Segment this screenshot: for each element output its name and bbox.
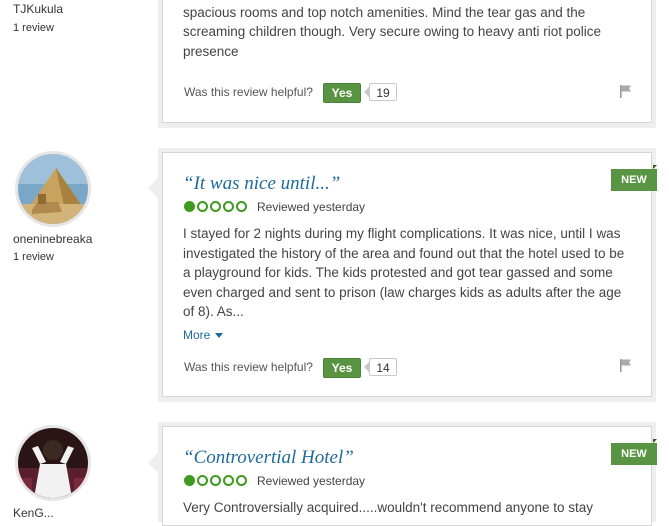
reviewer-username[interactable]: oneninebreaka	[13, 232, 92, 246]
rating-bubble-empty	[236, 475, 247, 486]
review-card: “Controvertial Hotel” Reviewed yesterday…	[162, 426, 652, 526]
helpful-prompt: Was this review helpful?	[184, 360, 313, 374]
avatar[interactable]	[15, 425, 91, 501]
rating-bubbles	[184, 201, 247, 212]
new-badge: NEW	[611, 169, 657, 191]
avatar-image	[18, 428, 88, 498]
card-pointer	[148, 177, 159, 199]
rating-bubble-empty	[236, 201, 247, 212]
reviewer-username[interactable]: KenG...	[13, 506, 54, 520]
rating-bubble-filled	[184, 475, 195, 486]
badge-fold	[653, 439, 657, 443]
helpful-count: 19	[369, 83, 397, 101]
avatar[interactable]	[15, 151, 91, 227]
review-body: I stayed for 2 nights during my flight c…	[183, 226, 625, 319]
reviewer-review-count[interactable]: 1 review	[13, 22, 54, 34]
helpful-count: 14	[369, 358, 397, 376]
caret-down-icon	[215, 332, 224, 338]
rating-bubbles	[184, 475, 247, 486]
reviewer-review-count[interactable]: 1 review	[13, 251, 54, 263]
more-label[interactable]: More	[183, 328, 210, 342]
rating-bubble-empty	[210, 475, 221, 486]
review-body: Very Controversially acquired.....wouldn…	[183, 500, 594, 515]
rating-bubble-empty	[210, 201, 221, 212]
review-date: Reviewed yesterday	[257, 474, 366, 488]
review-card: Nice Space. Carved out of the adjacent L…	[162, 0, 652, 123]
rating-bubble-empty	[223, 201, 234, 212]
review-date: Reviewed yesterday	[257, 200, 366, 214]
reviewer-username[interactable]: TJKukula	[13, 2, 63, 16]
rating-bubble-filled	[184, 201, 195, 212]
review-card: “It was nice until...” Reviewed yesterda…	[162, 152, 652, 397]
flag-icon[interactable]	[619, 358, 633, 372]
card-pointer	[148, 452, 159, 474]
more-link[interactable]: More	[183, 328, 224, 342]
rating-bubble-empty	[197, 475, 208, 486]
review-body: Nice Space. Carved out of the adjacent L…	[183, 4, 601, 59]
rating-bubble-empty	[197, 201, 208, 212]
new-badge: NEW	[611, 443, 657, 465]
helpful-yes-button[interactable]: Yes	[323, 358, 361, 378]
review-title[interactable]: “Controvertial Hotel”	[183, 447, 354, 469]
review-title[interactable]: “It was nice until...”	[183, 173, 340, 195]
helpful-prompt: Was this review helpful?	[184, 85, 313, 99]
helpful-yes-button[interactable]: Yes	[323, 83, 361, 103]
rating-bubble-empty	[223, 475, 234, 486]
flag-icon[interactable]	[619, 84, 633, 98]
avatar-image	[18, 154, 88, 224]
badge-fold	[653, 165, 657, 169]
